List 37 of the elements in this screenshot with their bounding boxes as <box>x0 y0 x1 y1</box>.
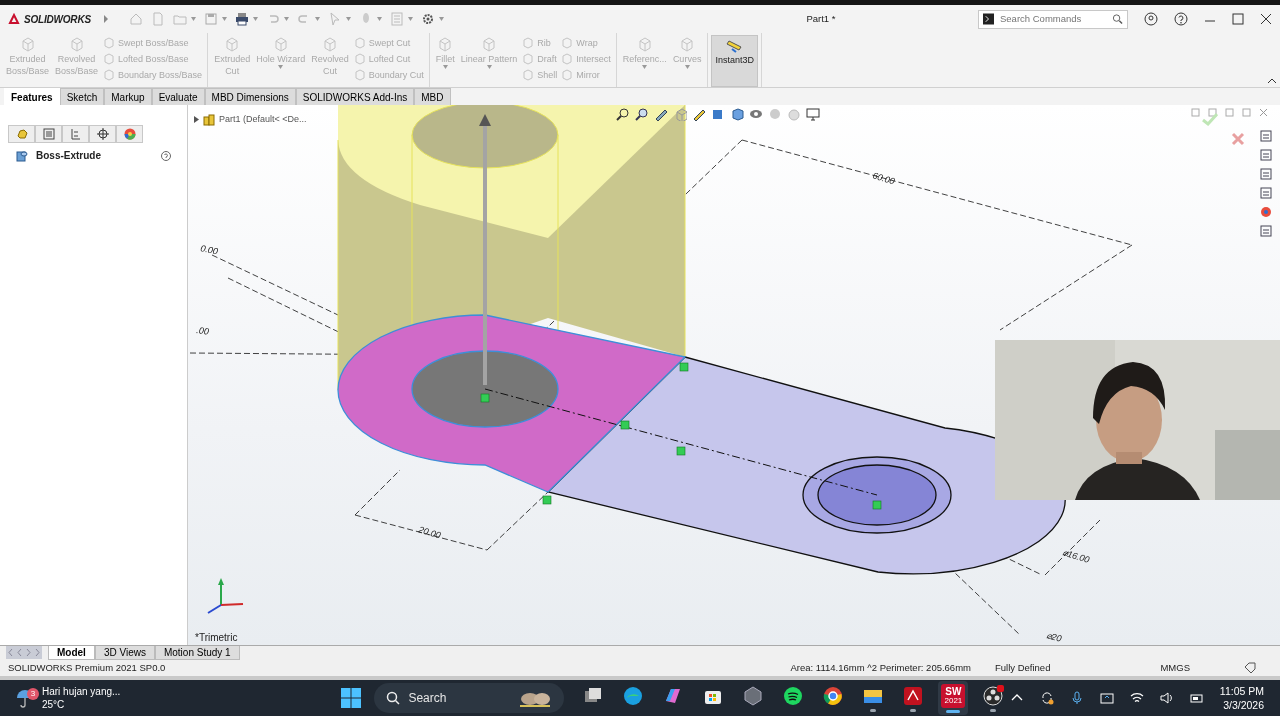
dimension-label[interactable]: 20.00 <box>417 524 442 541</box>
dimension-label[interactable]: ⌀20 <box>1045 630 1063 644</box>
search-field[interactable]: Search Commands <box>998 10 1108 28</box>
view-name: *Trimetric <box>195 631 238 645</box>
tab[interactable]: Features <box>4 88 60 105</box>
tab[interactable]: MBD Dimensions <box>204 88 296 105</box>
status-text: Fully Defined <box>995 661 1051 675</box>
ribbon-button[interactable]: Instant3D <box>711 35 758 87</box>
weather-text[interactable]: Hari hujan yang... <box>42 685 121 698</box>
tab[interactable]: SOLIDWORKS Add-Ins <box>295 88 415 105</box>
temperature: 25°C <box>42 698 66 711</box>
dimension-label[interactable]: ⌀16.00 <box>1061 547 1091 565</box>
window-title: Part1 * <box>806 13 836 25</box>
status-text: Area: 1114.16mm ^2 Perimeter: 205.66mm <box>790 661 971 675</box>
tab[interactable]: Model <box>48 646 95 660</box>
notification-badge: 3 <box>27 688 39 700</box>
app-label: 2021 <box>944 695 963 705</box>
clock-date[interactable]: 3/3/2026 <box>1223 698 1264 712</box>
clock-time[interactable]: 11:05 PM <box>1219 684 1264 698</box>
taskbar-app[interactable]: SW 2021 <box>938 681 969 715</box>
status-text: SOLIDWORKS Premium 2021 SP0.0 <box>8 661 166 675</box>
tab[interactable]: Motion Study 1 <box>154 646 240 660</box>
dimension-label[interactable]: .00 <box>195 325 210 337</box>
tab[interactable]: Markup <box>104 88 152 105</box>
search-button[interactable]: Search <box>374 683 565 713</box>
panel-title: Boss-Extrude <box>36 149 101 163</box>
dimension-label[interactable]: 0.00 <box>199 243 219 257</box>
search-box[interactable]: Search Commands <box>978 9 1128 29</box>
tab[interactable]: Evaluate <box>151 88 205 105</box>
tab[interactable]: Sketch <box>59 88 105 105</box>
dimension-label[interactable]: 60.00 <box>871 170 896 187</box>
tab[interactable]: 3D Views <box>94 646 155 660</box>
tab[interactable]: MBD <box>414 88 451 105</box>
units-selector[interactable]: MMGS <box>1160 660 1190 676</box>
app-logo: SOLIDWORKS <box>24 12 91 27</box>
app-label: SW <box>945 686 962 696</box>
feature-tree-item[interactable]: Part1 (Default< <De... <box>219 113 307 127</box>
